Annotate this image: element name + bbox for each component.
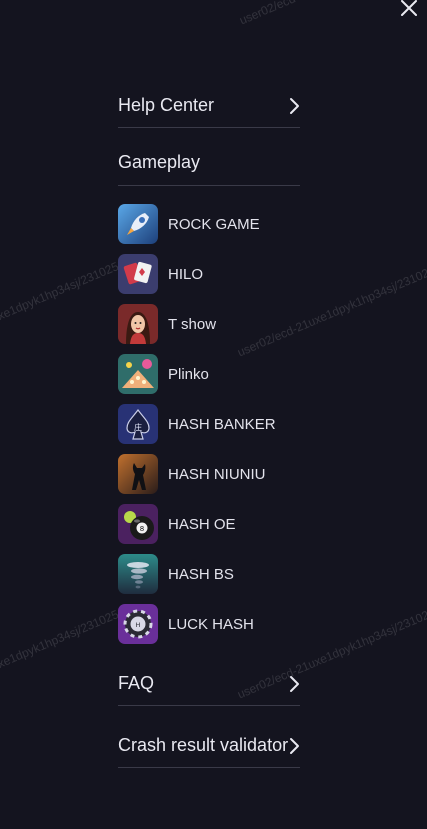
chevron-right-icon [290, 675, 299, 692]
svg-text:庄: 庄 [134, 422, 142, 432]
close-button[interactable] [399, 0, 419, 18]
svg-text:8: 8 [140, 525, 144, 533]
help-center-link[interactable]: Help Center [118, 84, 300, 128]
game-name: T show [168, 315, 217, 333]
help-center-label: Help Center [118, 95, 215, 115]
rocket-icon [118, 204, 158, 244]
game-name: HASH OE [168, 515, 236, 533]
chevron-right-icon [290, 97, 299, 114]
game-item-hash-banker[interactable]: 庄 HASH BANKER [118, 404, 300, 444]
game-name: HASH BANKER [168, 415, 276, 433]
game-name: ROCK GAME [168, 215, 260, 233]
game-name: HILO [168, 265, 204, 283]
game-item-hilo[interactable]: HILO [118, 254, 300, 294]
game-name: Plinko [168, 365, 209, 383]
game-item-hash-bs[interactable]: HASH BS [118, 554, 300, 594]
chevron-right-icon [290, 737, 300, 754]
game-item-plinko[interactable]: Plinko [118, 354, 300, 394]
game-item-hash-niuniu[interactable]: HASH NIUNIU [118, 454, 300, 494]
bull-icon [118, 454, 158, 494]
game-name: LUCK HASH [168, 615, 254, 633]
cards-icon [118, 254, 158, 294]
faq-label: FAQ [118, 673, 155, 693]
game-item-hash-oe[interactable]: 8 HASH OE [118, 504, 300, 544]
game-name: HASH NIUNIU [168, 465, 266, 483]
game-item-luck-hash[interactable]: H LUCK HASH [118, 604, 300, 644]
crash-validator-label: Crash result validator [118, 735, 289, 755]
tornado-icon [118, 554, 158, 594]
game-item-rock-game[interactable]: ROCK GAME [118, 204, 300, 244]
faq-link[interactable]: FAQ [118, 662, 300, 706]
dealer-icon [118, 304, 158, 344]
game-item-t-show[interactable]: T show [118, 304, 300, 344]
watermark: uxe1dpyk1hp34sj/23102516 [0, 601, 133, 674]
game-name: HASH BS [168, 565, 234, 583]
billiard-ball-icon: 8 [118, 504, 158, 544]
chip-icon: H [118, 604, 158, 644]
crash-validator-link[interactable]: Crash result validator [118, 724, 300, 768]
spade-icon: 庄 [118, 404, 158, 444]
close-icon [401, 0, 417, 16]
plinko-icon [118, 354, 158, 394]
svg-text:H: H [136, 621, 141, 629]
gameplay-heading: Gameplay [118, 140, 300, 186]
watermark: uxe1dpyk1hp34sj/23102516 [0, 253, 133, 326]
